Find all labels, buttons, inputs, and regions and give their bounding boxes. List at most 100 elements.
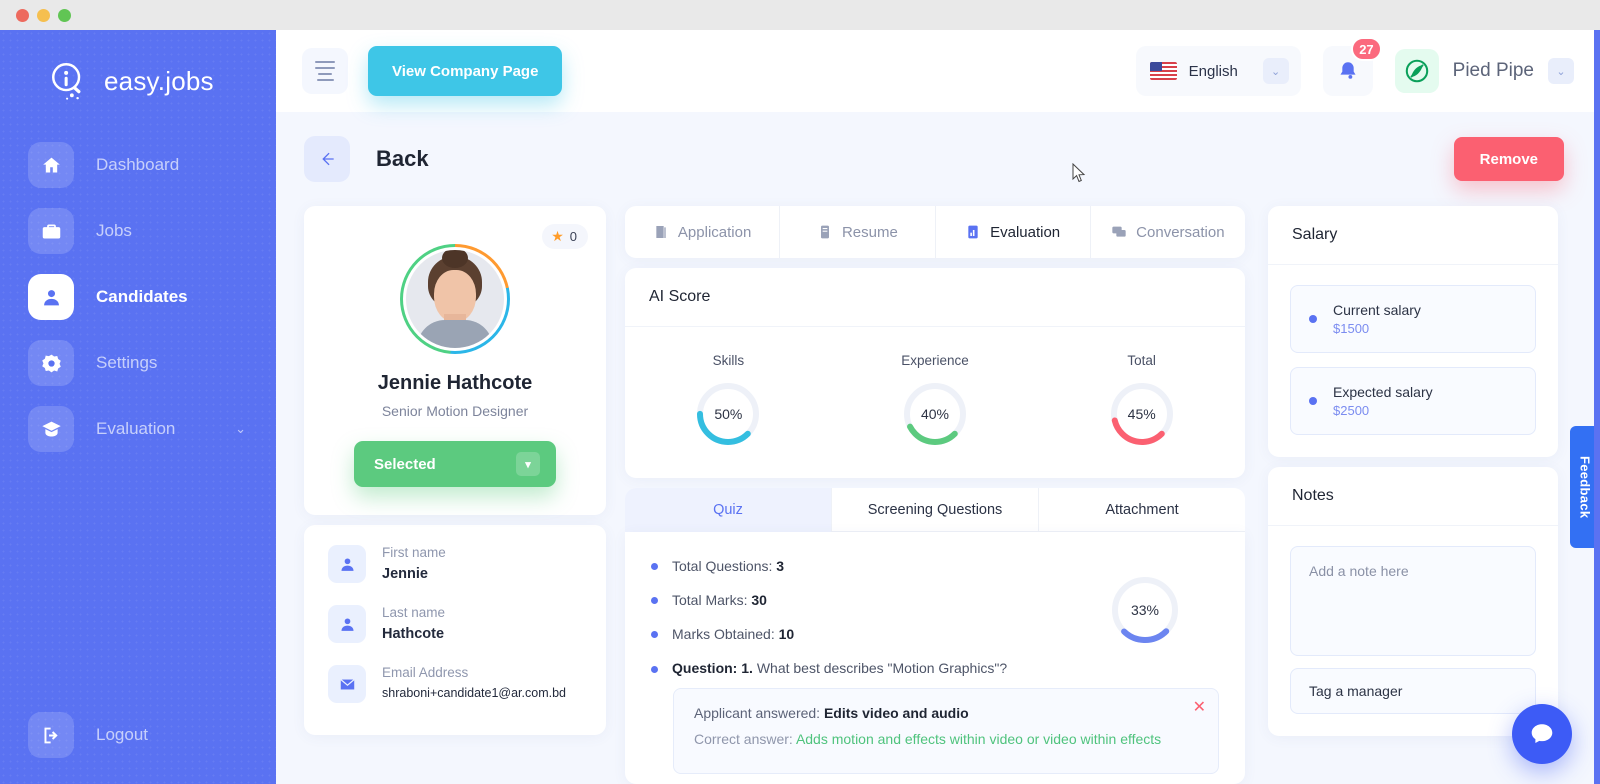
language-selector[interactable]: English ⌄ — [1135, 46, 1301, 96]
sidebar-item-label: Candidates — [96, 287, 188, 306]
quiz-question: Question: 1. What best describes "Motion… — [651, 660, 1219, 676]
sidebar-item-evaluation[interactable]: Evaluation ⌄ — [0, 396, 276, 462]
chat-fab-button[interactable] — [1512, 704, 1572, 764]
salary-amount: $1500 — [1333, 321, 1370, 336]
ai-score-title: AI Score — [625, 268, 1245, 327]
info-row: First name Jennie — [328, 545, 582, 583]
tag-manager-input[interactable]: Tag a manager — [1290, 668, 1536, 714]
close-icon[interactable]: ✕ — [1193, 697, 1206, 717]
qtab-label: Screening Questions — [867, 502, 1003, 518]
salary-label: Current salary — [1333, 302, 1421, 318]
qtab-quiz[interactable]: Quiz — [625, 488, 832, 532]
mail-icon — [328, 665, 366, 703]
qtab-label: Quiz — [713, 502, 743, 518]
qtab-attachment[interactable]: Attachment — [1039, 488, 1245, 532]
tab-conversation[interactable]: Conversation — [1091, 206, 1245, 258]
window-minimize-button[interactable] — [37, 8, 50, 22]
quiz-score-value: 33% — [1130, 602, 1160, 618]
brand-name: easy.jobs — [104, 65, 214, 96]
status-dropdown[interactable]: Selected ▾ — [354, 441, 556, 487]
sidebar-item-label: Jobs — [96, 221, 132, 240]
correct-answer-line: Correct answer: Adds motion and effects … — [694, 731, 1198, 747]
question-prefix: Question: — [672, 660, 738, 676]
conversation-icon — [1112, 226, 1126, 237]
user-icon — [328, 605, 366, 643]
page-content: Back Remove ★ 0 Jennie Hathcote Senior M… — [276, 112, 1600, 784]
gauge-label: Experience — [901, 353, 969, 368]
middle-column: Application Resume Evaluation Conversati… — [625, 206, 1245, 784]
window-close-button[interactable] — [16, 8, 29, 22]
sidebar-item-label: Logout — [96, 725, 148, 744]
sidebar-nav: Dashboard Jobs Candidates Settings Evalu… — [0, 132, 276, 462]
tab-evaluation[interactable]: Evaluation — [936, 206, 1091, 258]
sidebar-item-logout[interactable]: Logout — [0, 702, 276, 768]
salary-amount: $2500 — [1333, 403, 1370, 418]
gauge-experience: Experience 40% — [832, 353, 1039, 448]
candidate-name: Jennie Hathcote — [377, 372, 533, 394]
back-button[interactable] — [304, 136, 350, 182]
info-value: Hathcote — [382, 626, 445, 642]
tab-label: Application — [677, 223, 752, 241]
sidebar-item-settings[interactable]: Settings — [0, 330, 276, 396]
qtab-screening-questions[interactable]: Screening Questions — [832, 488, 1039, 532]
applicant-answer: Edits video and audio — [823, 705, 969, 721]
sidebar-item-candidates[interactable]: Candidates — [0, 264, 276, 330]
bullet-icon — [1309, 397, 1317, 405]
pied-piper-logo — [1394, 49, 1439, 93]
view-company-page-button[interactable]: View Company Page — [368, 46, 563, 96]
applicant-answered-label: Applicant answered: — [694, 705, 821, 721]
chevron-down-icon[interactable]: ▾ — [516, 452, 540, 476]
detail-tabs: Application Resume Evaluation Conversati… — [625, 206, 1245, 258]
window-maximize-button[interactable] — [58, 8, 71, 22]
sidebar-item-dashboard[interactable]: Dashboard — [0, 132, 276, 198]
tab-resume[interactable]: Resume — [780, 206, 936, 258]
language-value: English — [1188, 62, 1238, 80]
topbar: View Company Page English ⌄ 27 Pied Pipe… — [276, 30, 1600, 112]
quiz-tabs: Quiz Screening Questions Attachment — [625, 488, 1245, 532]
ai-score-card: AI Score Skills 50% Experience 40% Total… — [625, 268, 1245, 478]
remove-button[interactable]: Remove — [1453, 137, 1564, 181]
salary-label: Expected salary — [1333, 384, 1433, 400]
sidebar-item-label: Settings — [96, 353, 158, 372]
account-menu[interactable]: Pied Pipe ⌄ — [1394, 49, 1574, 93]
info-row: Email Address shraboni+candidate1@ar.com… — [328, 665, 582, 703]
page-header: Back Remove — [276, 112, 1600, 182]
salary-card: Salary Current salary $1500 Expected sal… — [1268, 206, 1558, 457]
gauge-total: Total 45% — [1038, 353, 1245, 448]
topbar-right: English ⌄ 27 Pied Pipe ⌄ — [1135, 37, 1574, 96]
notification-badge: 27 — [1351, 37, 1382, 61]
sidebar: easy.jobs Dashboard Jobs Candidates Sett… — [0, 30, 276, 784]
graduation-cap-icon — [28, 406, 74, 452]
chevron-down-icon[interactable]: ⌄ — [1262, 58, 1289, 84]
chevron-down-icon[interactable]: ⌄ — [235, 421, 246, 437]
note-input[interactable]: Add a note here — [1290, 546, 1536, 656]
notifications[interactable]: 27 — [1322, 37, 1382, 96]
gear-icon — [28, 340, 74, 386]
tab-label: Evaluation — [990, 223, 1061, 241]
quiz-stat: Total Questions: 3 — [651, 558, 1219, 574]
bullet-icon — [651, 666, 658, 673]
hamburger-icon[interactable] — [302, 48, 348, 94]
candidate-role: Senior Motion Designer — [381, 403, 529, 419]
gauge-label: Skills — [712, 353, 745, 368]
ai-score-gauges: Skills 50% Experience 40% Total 45% — [625, 327, 1245, 478]
salary-item-expected: Expected salary $2500 — [1290, 367, 1536, 435]
easyjobs-logo-icon — [48, 60, 90, 102]
tab-application[interactable]: Application — [625, 206, 781, 258]
info-value: shraboni+candidate1@ar.com.bd — [382, 686, 566, 700]
notes-title: Notes — [1268, 467, 1558, 526]
sidebar-item-jobs[interactable]: Jobs — [0, 198, 276, 264]
quiz-stat-value: 3 — [776, 558, 785, 574]
tab-label: Conversation — [1136, 223, 1225, 241]
home-icon — [28, 142, 74, 188]
application-icon — [656, 226, 666, 238]
chevron-down-icon[interactable]: ⌄ — [1548, 58, 1574, 84]
quiz-panel: Total Questions: 3 Total Marks: 30 Marks… — [625, 532, 1245, 784]
window-right-edge — [1594, 30, 1600, 784]
star-rating-badge[interactable]: ★ 0 — [542, 224, 588, 249]
bullet-icon — [651, 596, 658, 604]
avatar — [403, 247, 507, 351]
quiz-stat-label: Marks Obtained: — [672, 626, 775, 642]
brand[interactable]: easy.jobs — [0, 30, 276, 102]
salary-body: Current salary $1500 Expected salary $25… — [1268, 265, 1558, 457]
